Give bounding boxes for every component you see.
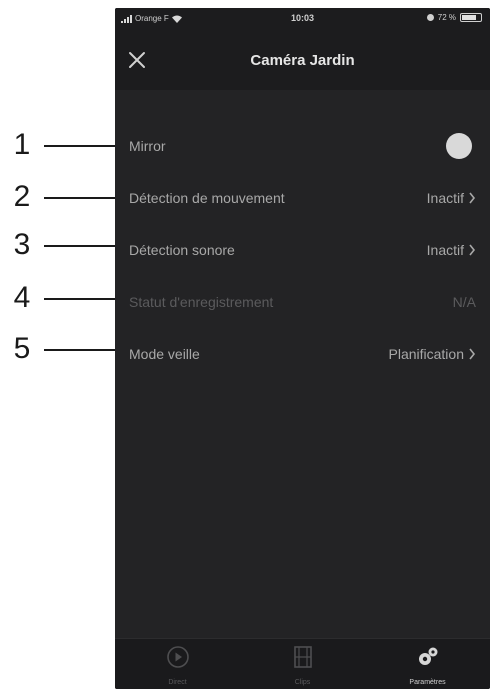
- setting-value-text: Inactif: [426, 242, 464, 258]
- setting-value: N/A: [453, 276, 476, 328]
- mirror-toggle[interactable]: [446, 133, 472, 159]
- gears-icon: [418, 647, 437, 665]
- tab-bar: Direct Clips Paramètres: [115, 638, 490, 689]
- settings-list: Mirror Détection de mouvement Inactif Dé…: [115, 90, 490, 380]
- setting-label: Mirror: [129, 138, 166, 154]
- alarm-icon: [426, 14, 434, 21]
- setting-row-motion-detection[interactable]: Détection de mouvement Inactif: [115, 172, 490, 224]
- setting-row-sound-detection[interactable]: Détection sonore Inactif: [115, 224, 490, 276]
- setting-value-text: Inactif: [426, 190, 464, 206]
- nav-bar: Caméra Jardin: [115, 30, 490, 90]
- page-title: Caméra Jardin: [250, 52, 355, 69]
- status-bar: Orange F 10:03 72 %: [115, 8, 490, 30]
- setting-label: Statut d'enregistrement: [129, 294, 274, 310]
- setting-label: Détection sonore: [129, 242, 235, 258]
- chevron-right-icon: [469, 244, 476, 256]
- callout-number: 3: [13, 228, 31, 261]
- setting-value-text: Planification: [388, 346, 465, 362]
- film-icon: [293, 646, 312, 668]
- phone-screen: Orange F 10:03 72 % Caméra Jardin Mirror…: [115, 8, 490, 689]
- tab-live[interactable]: Direct: [115, 639, 240, 689]
- callout-number: 4: [13, 281, 31, 314]
- setting-value: Planification: [389, 328, 477, 380]
- setting-value: Inactif: [427, 172, 476, 224]
- setting-value: Inactif: [427, 224, 476, 276]
- status-right: 72 %: [426, 13, 482, 22]
- setting-label: Mode veille: [129, 346, 200, 362]
- setting-label: Détection de mouvement: [129, 190, 285, 206]
- setting-row-recording-status: Statut d'enregistrement N/A: [115, 276, 490, 328]
- callout-number: 5: [13, 332, 31, 365]
- callout-number: 2: [13, 180, 31, 213]
- live-play-icon: [166, 646, 189, 668]
- tab-settings[interactable]: Paramètres: [365, 639, 490, 689]
- battery-icon: [460, 13, 482, 22]
- tab-label: Direct: [168, 679, 187, 686]
- chevron-right-icon: [469, 348, 476, 360]
- chevron-right-icon: [469, 192, 476, 204]
- tab-clips[interactable]: Clips: [240, 639, 365, 689]
- tab-label: Paramètres: [409, 679, 446, 686]
- setting-row-standby-mode[interactable]: Mode veille Planification: [115, 328, 490, 380]
- tab-label: Clips: [294, 679, 311, 686]
- callout-number: 1: [13, 128, 31, 161]
- setting-value-text: N/A: [452, 294, 476, 310]
- setting-row-mirror[interactable]: Mirror: [115, 120, 490, 172]
- battery-percent: 72 %: [437, 13, 456, 22]
